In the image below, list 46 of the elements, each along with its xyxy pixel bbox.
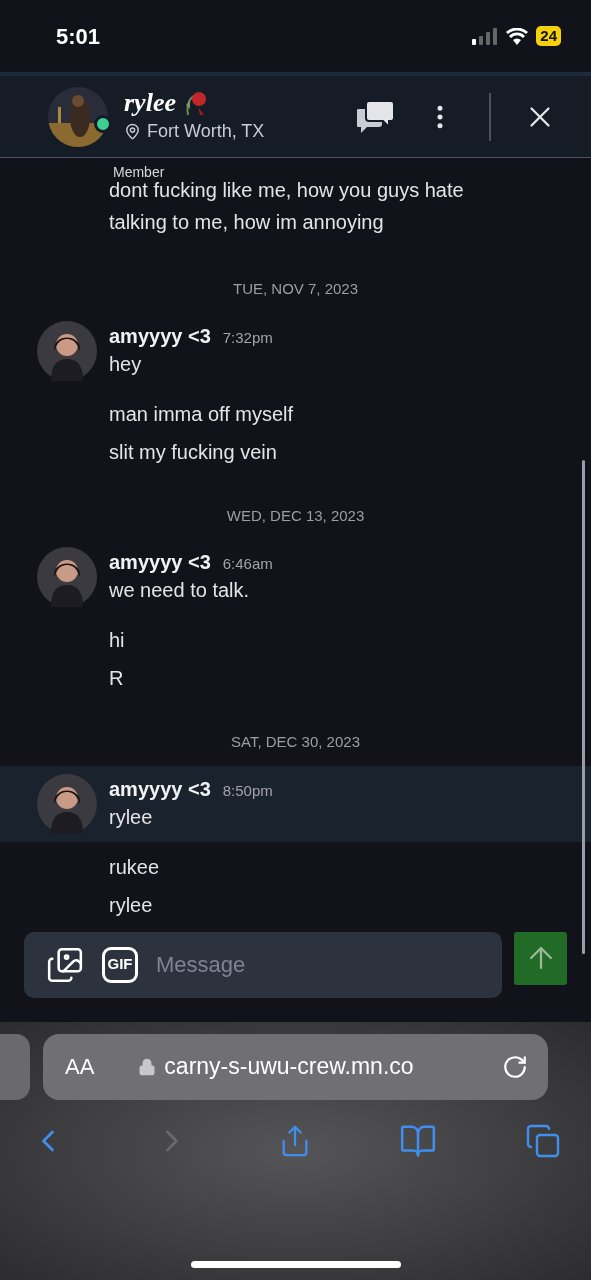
message-group[interactable]: amyyyy <3 7:32pm hey [0,312,591,389]
tabs-icon[interactable] [525,1122,561,1159]
message-text: dont fucking like me, how you guys hate talking to me, how im annoying [109,178,465,235]
avatar[interactable] [37,547,97,607]
address-bar[interactable]: AA carny-s-uwu-crew.mn.co [43,1033,548,1100]
message-text: rylee [108,892,154,918]
location-pin-icon [124,123,141,140]
status-time: 5:01 [56,22,101,51]
highlighted-message[interactable]: amyyyy <3 8:50pm rylee [0,765,591,842]
author-name[interactable]: amyyyy <3 [109,320,211,351]
signal-icon [472,27,499,45]
message-time: 8:50pm [222,780,273,801]
message-text: hi [108,628,126,653]
member-label: Member [112,164,166,180]
author-name[interactable]: amyyyy <3 [109,773,211,804]
message-text: man imma off myself [108,401,295,427]
location-text: Fort Worth, TX [147,120,265,143]
message-text: slit my fucking vein [108,439,278,465]
gif-button[interactable]: GIF [102,946,138,983]
lock-icon [138,1057,157,1076]
message-time: 6:46am [222,554,273,574]
avatar[interactable] [37,773,97,834]
contact-name: rylee [124,88,176,118]
message-text: rukee [108,854,161,880]
battery-indicator: 24 [536,26,561,46]
message-text: rylee [109,804,154,830]
scrollbar[interactable] [582,460,585,954]
image-upload-icon[interactable] [46,945,84,984]
date-separator: SAT, DEC 30, 2023 [231,732,360,752]
url-text: carny-s-uwu-crew.mn.co [164,1052,414,1082]
avatar[interactable] [37,320,97,381]
date-separator: TUE, NOV 7, 2023 [232,279,359,299]
message-text: we need to talk. [109,578,251,603]
wifi-icon [506,27,529,45]
reload-icon[interactable] [502,1053,528,1080]
author-name[interactable]: amyyyy <3 [109,547,211,577]
send-button[interactable] [514,931,567,985]
message-text: hey [109,351,143,377]
message-input[interactable]: GIF Message [24,931,502,998]
message-text: R [108,666,125,691]
text-size-button[interactable]: AA [65,1050,95,1083]
previous-tab[interactable] [0,1033,30,1100]
message-time: 7:32pm [222,327,273,348]
message-group[interactable]: amyyyy <3 6:46am we need to talk. [0,539,591,615]
message-field[interactable]: Message [156,948,502,981]
date-separator: WED, DEC 13, 2023 [226,505,365,526]
